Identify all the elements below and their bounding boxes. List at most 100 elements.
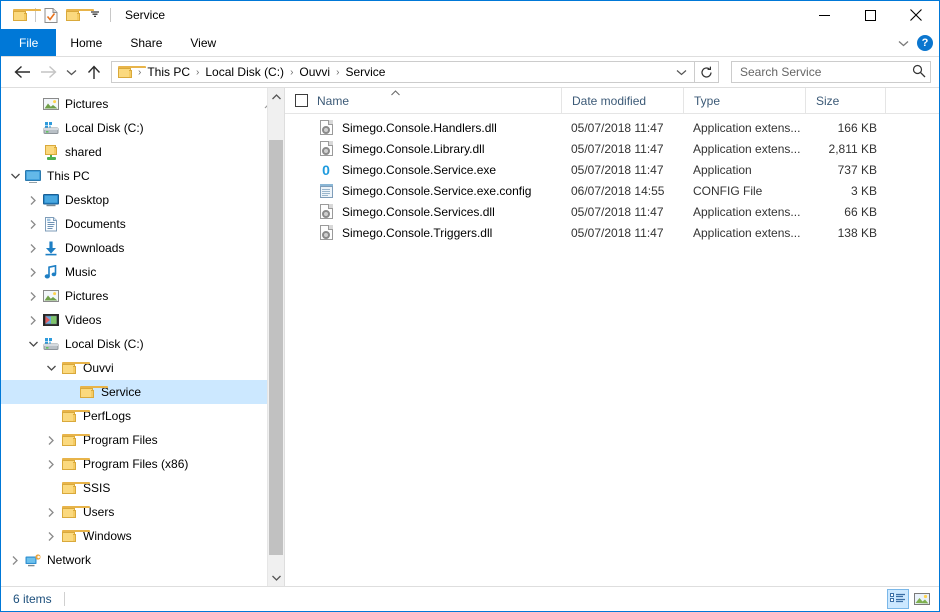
sidebar-scrollbar[interactable] [267, 88, 284, 586]
sidebar-item-service[interactable]: Service [1, 380, 284, 404]
table-row[interactable]: Simego.Console.Services.dll 05/07/2018 11… [285, 201, 939, 222]
minimize-button[interactable] [801, 1, 847, 29]
table-row[interactable]: Simego.Console.Triggers.dll 05/07/2018 11… [285, 222, 939, 243]
sidebar-item-users[interactable]: Users [1, 500, 284, 524]
column-header-date-modified-label: Date modified [572, 93, 647, 108]
sidebar-item-label: Pictures [65, 97, 109, 111]
scroll-down-arrow-icon[interactable] [268, 569, 284, 586]
downloads-icon [41, 240, 61, 256]
sidebar-item-program-files-x86[interactable]: Program Files (x86) [1, 452, 284, 476]
search-icon[interactable] [912, 64, 926, 81]
breadcrumb-path-box[interactable]: › This PC › Local Disk (C:) › Ouvvi › Se… [111, 61, 695, 83]
item-count-label: 6 items [13, 592, 52, 606]
window-title: Service [125, 8, 166, 22]
back-button[interactable] [9, 59, 35, 85]
chevron-down-icon[interactable] [84, 4, 106, 26]
large-icons-view-button[interactable] [911, 589, 933, 609]
file-size-cell: 66 KB [844, 204, 877, 219]
folder-icon [59, 504, 90, 520]
chevron-right-icon[interactable] [25, 260, 41, 284]
new-folder-icon[interactable] [62, 4, 94, 26]
chevron-right-icon[interactable] [25, 188, 41, 212]
sidebar-item-perflogs[interactable]: PerfLogs [1, 404, 284, 428]
search-box[interactable] [731, 61, 931, 83]
tab-view[interactable]: View [176, 29, 230, 56]
sidebar-item-label: Documents [65, 217, 126, 231]
table-row[interactable]: Simego.Console.Handlers.dll 05/07/2018 11… [285, 117, 939, 138]
sidebar-scrollbar-thumb[interactable] [269, 140, 283, 555]
column-header-type[interactable]: Type [683, 87, 805, 114]
sidebar-item-this-pc[interactable]: This PC [1, 164, 284, 188]
column-header-date-modified[interactable]: Date modified [561, 87, 683, 114]
chevron-right-icon[interactable] [7, 548, 23, 572]
chevron-right-icon[interactable] [25, 236, 41, 260]
refresh-button[interactable] [695, 61, 719, 83]
up-button[interactable] [81, 59, 107, 85]
sidebar-item-videos[interactable]: Videos [1, 308, 284, 332]
table-row[interactable]: 0 Simego.Console.Service.exe 05/07/2018 11… [285, 159, 939, 180]
search-input[interactable] [740, 65, 912, 79]
file-name-cell: Simego.Console.Library.dll [285, 141, 561, 157]
sidebar-item-shared[interactable]: shared [1, 140, 284, 164]
close-button[interactable] [893, 1, 939, 29]
details-view-button[interactable] [887, 589, 909, 609]
sidebar-item-music[interactable]: Music [1, 260, 284, 284]
sidebar-item-network[interactable]: Network [1, 548, 284, 572]
file-date-cell: 06/07/2018 14:55 [571, 183, 665, 198]
chevron-right-icon[interactable] [43, 428, 59, 452]
pictures-icon [41, 96, 61, 112]
recent-locations-chevron-down-icon[interactable] [61, 59, 81, 85]
properties-icon[interactable] [40, 4, 62, 26]
sidebar-item-local-disk-c[interactable]: Local Disk (C:) [1, 332, 284, 356]
chevron-down-icon[interactable] [43, 356, 59, 380]
sidebar-item-desktop[interactable]: Desktop [1, 188, 284, 212]
chevron-right-icon[interactable] [43, 524, 59, 548]
help-icon[interactable]: ? [917, 35, 933, 51]
sidebar-item-windows[interactable]: Windows [1, 524, 284, 548]
ribbon-right-controls: ? [898, 29, 933, 57]
select-all-checkbox[interactable] [295, 94, 308, 107]
sidebar-item-local-disk-c[interactable]: Local Disk (C:) [1, 116, 284, 140]
chevron-right-icon[interactable] [25, 308, 41, 332]
file-date-cell: 05/07/2018 11:47 [571, 162, 664, 177]
chevron-right-icon[interactable] [25, 212, 41, 236]
file-name-label: Simego.Console.Services.dll [342, 204, 495, 219]
chevron-right-icon[interactable] [43, 500, 59, 524]
path-dropdown-chevron-down-icon[interactable] [672, 69, 690, 76]
forward-button[interactable] [35, 59, 61, 85]
column-header-size[interactable]: Size [805, 87, 885, 114]
chevron-right-icon[interactable] [25, 284, 41, 308]
breadcrumb-item-local-disk[interactable]: Local Disk (C:) [200, 65, 289, 79]
folder-icon[interactable] [9, 4, 41, 26]
tab-share[interactable]: Share [116, 29, 176, 56]
folder-icon [77, 384, 108, 400]
sidebar-item-documents[interactable]: Documents [1, 212, 284, 236]
chevron-down-icon[interactable] [25, 332, 41, 356]
breadcrumb-item-ouvvi[interactable]: Ouvvi [294, 65, 335, 79]
breadcrumb-item-this-pc[interactable]: This PC [142, 65, 195, 79]
dll-file-icon [318, 120, 334, 136]
file-rows: Simego.Console.Handlers.dll 05/07/2018 11… [285, 114, 939, 586]
expand-ribbon-chevron-down-icon[interactable] [898, 36, 909, 50]
column-header-name[interactable]: Name [285, 88, 561, 114]
breadcrumb-item-service[interactable]: Service [340, 65, 390, 79]
sidebar-item-pictures[interactable]: Pictures [1, 92, 284, 116]
tab-file[interactable]: File [1, 29, 57, 56]
chevron-down-icon[interactable] [7, 164, 23, 188]
sidebar-item-downloads[interactable]: Downloads [1, 236, 284, 260]
sidebar-item-label: Desktop [65, 193, 110, 207]
sidebar-item-ouvvi[interactable]: Ouvvi [1, 356, 284, 380]
table-row[interactable]: Simego.Console.Library.dll 05/07/2018 11:… [285, 138, 939, 159]
sidebar-item-ssis[interactable]: SSIS [1, 476, 284, 500]
sidebar-item-pictures[interactable]: Pictures [1, 284, 284, 308]
tab-home[interactable]: Home [56, 29, 116, 56]
file-size-cell: 166 KB [837, 120, 877, 135]
table-row[interactable]: Simego.Console.Service.exe.config 06/07/2… [285, 180, 939, 201]
file-size-cell: 138 KB [837, 225, 877, 240]
maximize-button[interactable] [847, 1, 893, 29]
scroll-up-arrow-icon[interactable] [268, 88, 284, 105]
file-name-cell: 0 Simego.Console.Service.exe [285, 162, 561, 178]
sidebar-item-program-files[interactable]: Program Files [1, 428, 284, 452]
chevron-right-icon[interactable] [43, 452, 59, 476]
